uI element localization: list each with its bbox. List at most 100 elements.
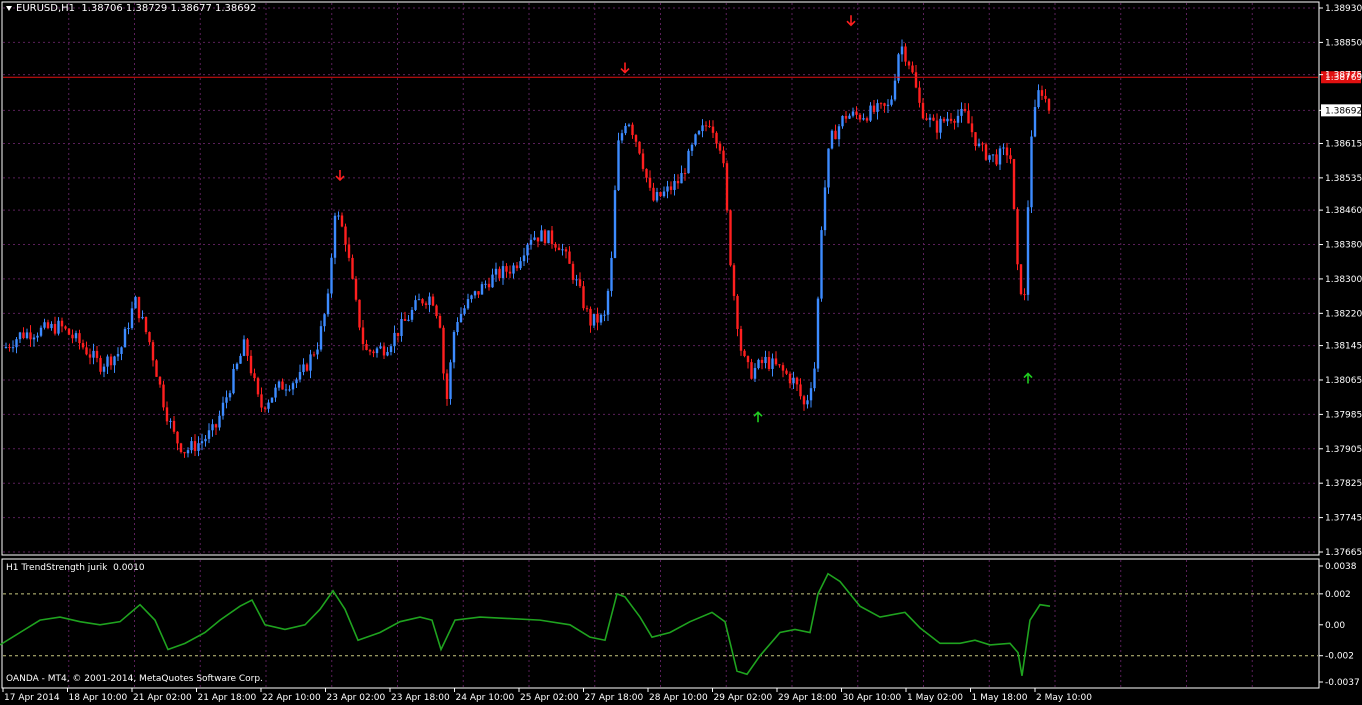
candle-body	[53, 323, 57, 334]
indicator-axis-label: -0.0037	[1325, 678, 1360, 688]
candle-body	[932, 117, 935, 121]
candle-body	[795, 377, 799, 385]
candle-body	[169, 420, 172, 422]
candle-body	[578, 279, 582, 287]
candle-body	[1033, 107, 1037, 137]
candle-body	[351, 257, 354, 279]
candle-body	[158, 376, 162, 385]
candle-body	[106, 356, 109, 367]
candle-body	[95, 350, 99, 358]
candle-body	[29, 332, 32, 340]
candle-body	[43, 322, 46, 328]
candle-body	[946, 118, 949, 122]
candle-body	[4, 347, 8, 349]
candle-body	[291, 383, 295, 390]
dropdown-triangle-icon[interactable]	[6, 5, 12, 11]
candle-body	[610, 257, 613, 291]
candle-body	[788, 373, 792, 384]
candle-body	[172, 420, 176, 432]
candle-body	[648, 177, 652, 188]
chart-header[interactable]: EURUSD,H1 1.38706 1.38729 1.38677 1.3869…	[6, 3, 256, 14]
candle-body	[333, 215, 337, 258]
indicator-value: 0.0010	[113, 563, 145, 573]
candle-body	[596, 314, 599, 323]
candle-body	[904, 46, 907, 62]
candle-body	[326, 293, 330, 315]
price-axis-label: 1.38930	[1325, 4, 1362, 14]
time-axis-label: 18 Apr 10:00	[69, 693, 128, 703]
candle-body	[984, 144, 988, 160]
candle-body	[683, 173, 687, 175]
candle-body	[557, 247, 561, 251]
candle-body	[634, 135, 638, 142]
candle-body	[554, 244, 557, 248]
candle-body	[669, 186, 673, 190]
candle-body	[144, 316, 148, 333]
candle-body	[1030, 136, 1033, 208]
candle-body	[67, 328, 71, 335]
candle-body	[267, 402, 270, 409]
candle-body	[711, 126, 715, 133]
candle-body	[834, 130, 837, 140]
candle-body	[120, 347, 123, 354]
candle-body	[491, 274, 494, 288]
candle-body	[515, 265, 519, 269]
time-axis-label: 23 Apr 18:00	[391, 693, 450, 703]
candle-body	[928, 117, 932, 120]
candle-body	[967, 110, 970, 124]
price-axis-label: 1.38460	[1325, 206, 1362, 216]
candle-body	[631, 124, 634, 136]
candle-body	[785, 370, 788, 374]
candle-body	[771, 358, 774, 369]
candle-body	[337, 215, 340, 217]
candle-body	[123, 328, 127, 348]
indicator-header: H1 TrendStrength jurik 0.0010	[6, 563, 145, 573]
candle-body	[15, 339, 18, 348]
indicator-axis-label: 0.002	[1325, 590, 1351, 600]
price-axis-label: 1.38615	[1325, 139, 1362, 149]
candle-body	[963, 108, 967, 111]
candle-body	[207, 430, 211, 439]
candle-body	[953, 120, 956, 123]
candle-body	[22, 332, 25, 339]
candle-body	[130, 308, 134, 328]
candle-body	[687, 150, 690, 174]
indicator-panel	[1, 558, 1320, 689]
candle-body	[662, 191, 666, 197]
candle-body	[382, 346, 386, 356]
candle-body	[36, 335, 39, 338]
candle-body	[858, 114, 862, 120]
chart-svg[interactable]: 1.387691.38692 1.389301.388501.387751.38…	[0, 0, 1362, 705]
time-axis-label: 29 Apr 02:00	[714, 693, 773, 703]
candle-body	[638, 141, 641, 154]
candle-body	[613, 190, 617, 258]
candle-body	[232, 369, 235, 394]
symbol-label: EURUSD,H1	[16, 3, 76, 14]
candle-body	[725, 163, 729, 211]
candle-body	[715, 132, 718, 144]
indicator-axis-label: 0.00	[1325, 621, 1345, 631]
candle-body	[375, 348, 379, 354]
candle-body	[204, 438, 207, 442]
candle-body	[886, 104, 890, 106]
candle-body	[666, 186, 669, 192]
candle-body	[218, 415, 221, 428]
candle-body	[305, 364, 309, 371]
open-price: 1.38706	[81, 3, 123, 14]
candle-body	[1047, 98, 1051, 111]
candle-body	[568, 251, 571, 264]
candle-body	[176, 431, 179, 444]
candle-body	[200, 441, 204, 444]
price-axis-label: 1.38220	[1325, 309, 1362, 319]
candle-body	[228, 393, 232, 398]
candle-body	[274, 387, 277, 398]
candle-body	[1005, 147, 1009, 156]
candle-body	[802, 396, 806, 405]
candle-body	[995, 154, 998, 165]
candle-body	[8, 347, 11, 349]
candle-body	[141, 316, 144, 319]
candle-body	[431, 296, 435, 306]
candle-body	[85, 347, 88, 355]
indicator-axis-label: -0.002	[1325, 652, 1354, 662]
candle-body	[456, 322, 459, 333]
